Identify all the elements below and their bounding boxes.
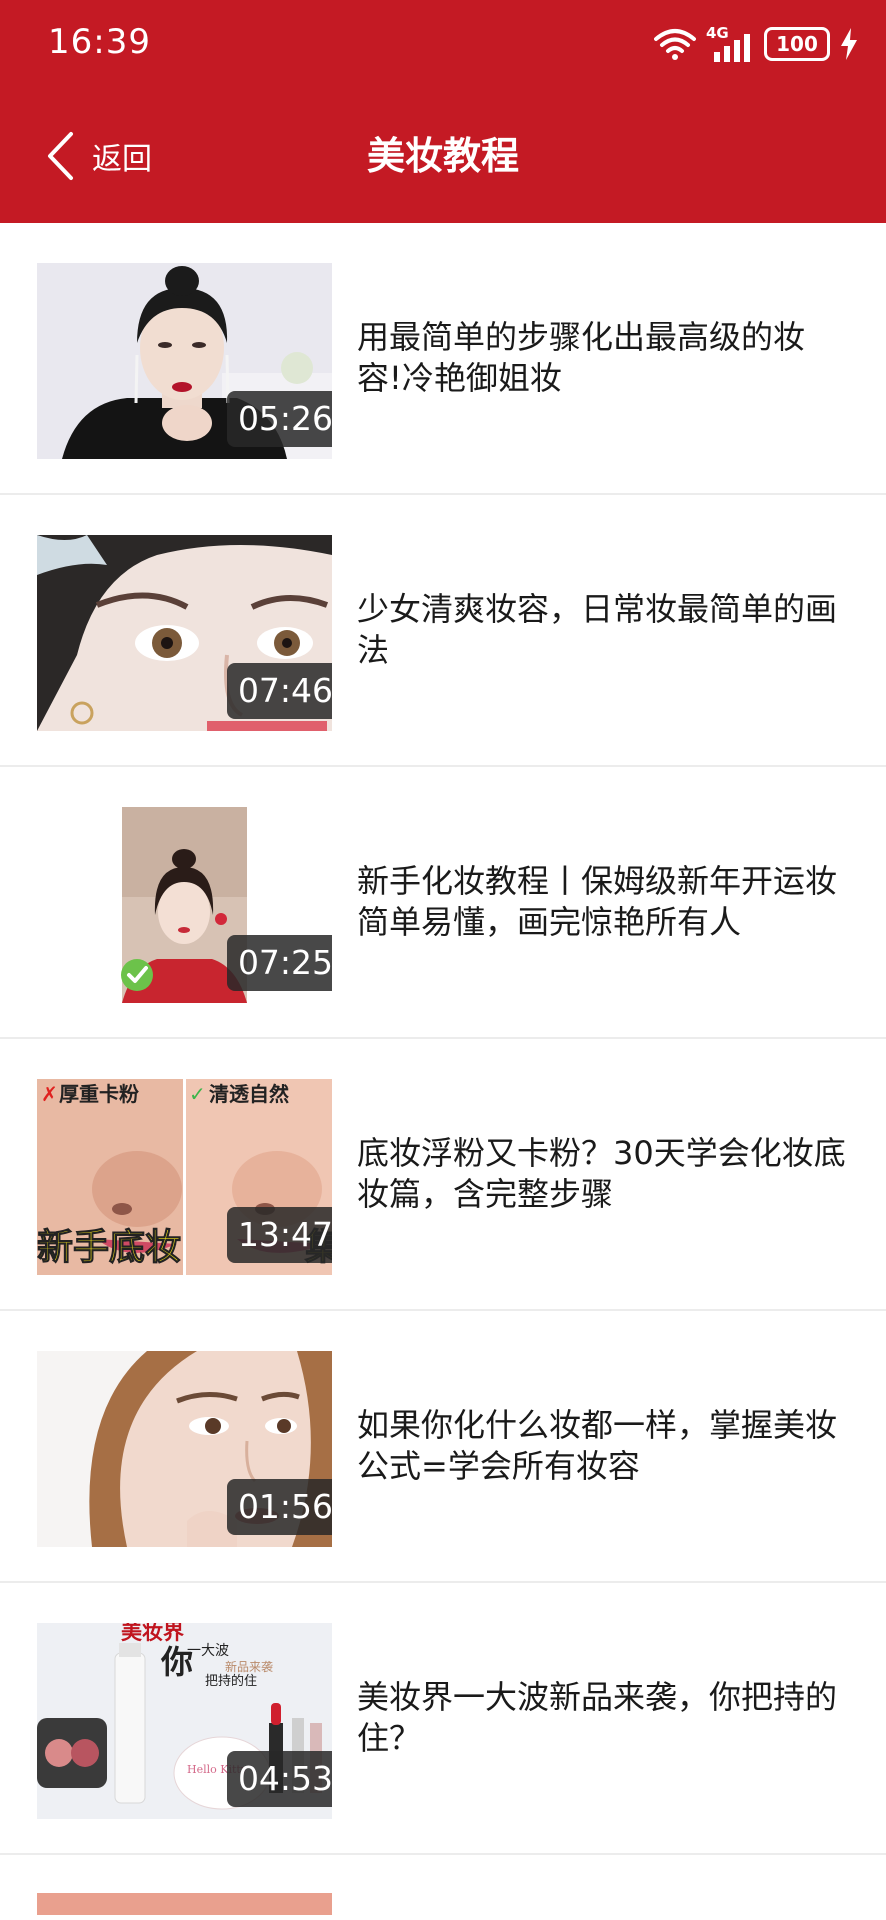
- video-title[interactable]: 新手化妆教程丨保姆级新年开运妆简单易懂，画完惊艳所有人: [357, 767, 847, 1037]
- video-thumbnail[interactable]: 07:25: [37, 807, 332, 1003]
- svg-text:✗: ✗: [41, 1082, 58, 1106]
- video-list-item[interactable]: 01:56 如果你化什么妆都一样，掌握美妆公式=学会所有妆容: [0, 1311, 886, 1583]
- video-title[interactable]: 底妆浮粉又卡粉？30天学会化妆底妆篇，含完整步骤: [357, 1039, 847, 1309]
- video-title-text: 美妆界一大波新品来袭，你把持的住？: [357, 1678, 838, 1757]
- video-title[interactable]: 用最简单的步骤化出最高级的妆容!冷艳御姐妆: [357, 223, 847, 493]
- thumb-title-3: 新品来袭: [225, 1659, 273, 1674]
- video-list-item[interactable]: Hello Kitty 美妆界 你 一大波 新品来袭 把持的住 04:53 美妆…: [0, 1583, 886, 1855]
- video-thumbnail[interactable]: 01:56: [37, 1351, 332, 1547]
- video-duration: 07:46: [227, 663, 332, 719]
- thumb-banner: 新手底妆: [37, 1227, 181, 1268]
- video-title-text: 如果你化什么妆都一样，掌握美妆公式=学会所有妆容: [357, 1406, 838, 1485]
- video-thumbnail[interactable]: 05:26: [37, 263, 332, 459]
- video-duration: 05:26: [227, 391, 332, 447]
- thumb-label-right: 清透自然: [209, 1082, 289, 1106]
- page-title: 美妆教程: [366, 134, 519, 178]
- thumb-title-4: 把持的住: [205, 1673, 257, 1689]
- video-thumbnail[interactable]: Hello Kitty 美妆界 你 一大波 新品来袭 把持的住 04:53: [37, 1623, 332, 1819]
- battery-indicator: 100: [764, 27, 830, 61]
- video-list-item[interactable]: 05:26 用最简单的步骤化出最高级的妆容!冷艳御姐妆: [0, 223, 886, 495]
- thumb-label-left: 厚重卡粉: [59, 1082, 139, 1106]
- video-title-text: 底妆浮粉又卡粉？30天学会化妆底妆篇，含完整步骤: [357, 1134, 846, 1213]
- video-title-text: 新手化妆教程丨保姆级新年开运妆简单易懂，画完惊艳所有人: [357, 862, 838, 941]
- video-title-text: 用最简单的步骤化出最高级的妆容!冷艳御姐妆: [357, 318, 806, 397]
- video-title[interactable]: 美妆界一大波新品来袭，你把持的住？: [357, 1583, 847, 1853]
- video-duration: 01:56: [227, 1479, 332, 1535]
- app-header: 16:39 4G 100 返回 美妆教程: [0, 0, 886, 223]
- video-thumbnail[interactable]: ✗ 厚重卡粉 ✓ 清透自然 新手底妆 集 13:47: [37, 1079, 332, 1275]
- video-list-item[interactable]: 07:46 少女清爽妆容，日常妆最简单的画法: [0, 495, 886, 767]
- video-thumbnail[interactable]: [37, 1893, 332, 1915]
- video-title-text: 少女清爽妆容，日常妆最简单的画法: [357, 590, 838, 669]
- video-thumbnail[interactable]: 07:46: [37, 535, 332, 731]
- video-list: 05:26 用最简单的步骤化出最高级的妆容!冷艳御姐妆 07:46 少女清爽妆容…: [0, 223, 886, 1915]
- video-duration: 13:47: [227, 1207, 332, 1263]
- video-list-item[interactable]: 07:25 新手化妆教程丨保姆级新年开运妆简单易懂，画完惊艳所有人: [0, 767, 886, 1039]
- charging-bolt-icon: [841, 28, 857, 60]
- wifi-icon: [654, 29, 696, 60]
- signal-icon: 4G: [706, 24, 754, 62]
- status-time: 16:39: [48, 22, 151, 62]
- video-list-item[interactable]: [0, 1855, 886, 1915]
- video-duration: 04:53: [227, 1751, 332, 1807]
- video-duration: 07:25: [227, 935, 332, 991]
- thumb-title-2: 一大波: [187, 1643, 229, 1659]
- status-icons: 4G 100: [654, 24, 858, 64]
- video-list-item[interactable]: ✗ 厚重卡粉 ✓ 清透自然 新手底妆 集 13:47 底妆浮粉又卡粉？30天学会…: [0, 1039, 886, 1311]
- video-title[interactable]: 少女清爽妆容，日常妆最简单的画法: [357, 495, 847, 765]
- thumb-title-1: 美妆界: [121, 1623, 184, 1644]
- svg-text:✓: ✓: [189, 1082, 206, 1106]
- video-title[interactable]: 如果你化什么妆都一样，掌握美妆公式=学会所有妆容: [357, 1311, 847, 1581]
